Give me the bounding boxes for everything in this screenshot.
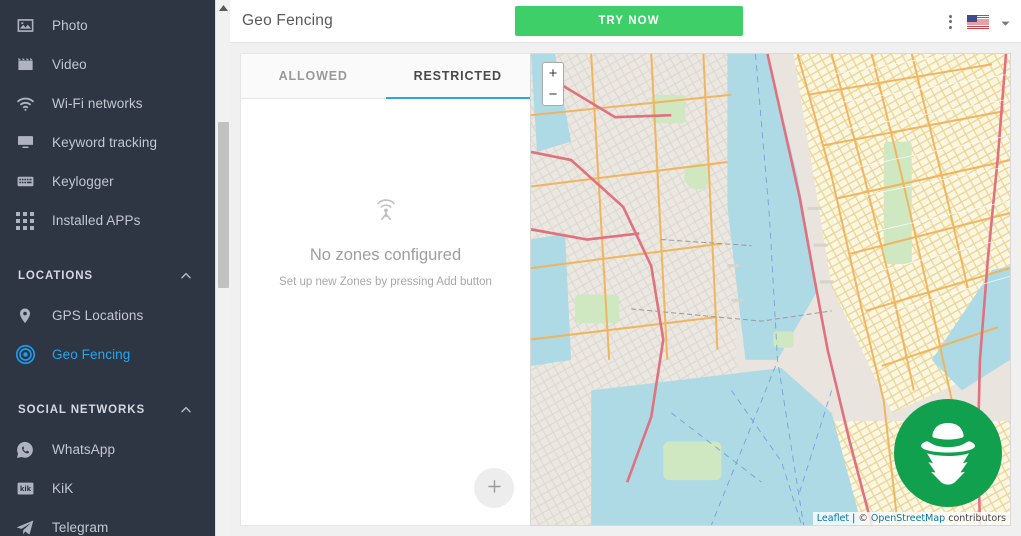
telegram-icon bbox=[12, 515, 38, 536]
attribution-suffix: contributors bbox=[945, 513, 1006, 524]
us-flag-icon[interactable] bbox=[967, 14, 989, 29]
keyboard-icon bbox=[12, 169, 38, 195]
top-bar-actions bbox=[945, 0, 1011, 43]
leaflet-link[interactable]: Leaflet bbox=[817, 513, 849, 524]
wifi-icon bbox=[12, 91, 38, 117]
chevron-down-icon[interactable] bbox=[1000, 16, 1011, 27]
sidebar-item-label: WhatsApp bbox=[52, 442, 116, 457]
sidebar-item-label: Wi-Fi networks bbox=[52, 96, 143, 111]
page-title: Geo Fencing bbox=[242, 12, 333, 29]
sidebar-item-label: Video bbox=[52, 57, 87, 72]
sidebar-group-title: LOCATIONS bbox=[18, 270, 93, 282]
content-area: ALLOWED RESTRICTED No zones configured S… bbox=[230, 43, 1021, 536]
kik-icon: kik bbox=[12, 476, 38, 502]
sidebar-item-label: Telegram bbox=[52, 520, 109, 535]
main-area: Geo Fencing TRY NOW ALLOWED RESTRICTED N… bbox=[230, 0, 1021, 536]
attribution-separator: | © bbox=[849, 513, 871, 524]
sidebar-group-social-networks[interactable]: SOCIAL NETWORKS bbox=[0, 390, 215, 430]
zoom-out-button[interactable]: − bbox=[543, 84, 563, 105]
sidebar-item-label: KiK bbox=[52, 481, 74, 496]
scrollbar-thumb[interactable] bbox=[218, 122, 229, 288]
photo-icon bbox=[12, 13, 38, 39]
page-scrollbar[interactable] bbox=[215, 0, 230, 536]
spy-detective-logo bbox=[894, 399, 1002, 507]
sidebar-item-label: GPS Locations bbox=[52, 308, 144, 323]
app-root: Photo Video Wi-Fi networks Keyword track… bbox=[0, 0, 1021, 536]
empty-state-title: No zones configured bbox=[309, 246, 462, 264]
svg-text:kik: kik bbox=[19, 485, 31, 493]
osm-link[interactable]: OpenStreetMap bbox=[871, 513, 945, 524]
sidebar-group-title: SOCIAL NETWORKS bbox=[18, 404, 146, 416]
video-icon bbox=[12, 52, 38, 78]
sidebar-item-label: Geo Fencing bbox=[52, 347, 131, 362]
sidebar-item-telegram[interactable]: Telegram bbox=[0, 508, 215, 536]
zone-tabs: ALLOWED RESTRICTED bbox=[241, 54, 530, 99]
sidebar-item-whatsapp[interactable]: WhatsApp bbox=[0, 430, 215, 469]
sidebar-item-label: Installed APPs bbox=[52, 213, 141, 228]
zoom-in-button[interactable]: + bbox=[543, 63, 563, 84]
sidebar-item-gps-locations[interactable]: GPS Locations bbox=[0, 296, 215, 335]
plus-icon bbox=[486, 478, 503, 498]
empty-state: No zones configured Set up new Zones by … bbox=[241, 99, 530, 525]
empty-state-subtitle: Set up new Zones by pressing Add button bbox=[279, 276, 492, 288]
tab-restricted[interactable]: RESTRICTED bbox=[385, 54, 531, 99]
zones-panel: ALLOWED RESTRICTED No zones configured S… bbox=[240, 53, 530, 526]
keyword-tracking-icon bbox=[12, 130, 38, 156]
apps-grid-icon bbox=[12, 208, 38, 234]
sidebar-item-keylogger[interactable]: Keylogger bbox=[0, 162, 215, 201]
whatsapp-icon bbox=[12, 437, 38, 463]
sidebar-item-photo[interactable]: Photo bbox=[0, 6, 215, 45]
add-zone-button[interactable] bbox=[474, 468, 514, 508]
sidebar-item-keyword-tracking[interactable]: Keyword tracking bbox=[0, 123, 215, 162]
sidebar-item-wifi-networks[interactable]: Wi-Fi networks bbox=[0, 84, 215, 123]
tab-allowed[interactable]: ALLOWED bbox=[241, 54, 386, 98]
map-view[interactable]: North Bergen Secaucus Guttenberg Manhatt… bbox=[530, 53, 1011, 526]
sidebar-group-locations[interactable]: LOCATIONS bbox=[0, 256, 215, 296]
kebab-menu-icon[interactable] bbox=[945, 11, 956, 33]
sidebar-item-installed-apps[interactable]: Installed APPs bbox=[0, 201, 215, 240]
broadcast-antenna-icon bbox=[369, 191, 403, 230]
map-pin-icon bbox=[12, 303, 38, 329]
scrollbar-up-arrow-icon[interactable] bbox=[216, 0, 231, 16]
sidebar-item-geo-fencing[interactable]: Geo Fencing bbox=[0, 335, 215, 374]
chevron-up-icon bbox=[179, 403, 193, 417]
map-attribution: Leaflet | © OpenStreetMap contributors bbox=[812, 512, 1010, 525]
chevron-up-icon bbox=[179, 269, 193, 283]
sidebar-item-label: Keylogger bbox=[52, 174, 114, 189]
sidebar: Photo Video Wi-Fi networks Keyword track… bbox=[0, 0, 215, 536]
top-bar: Geo Fencing TRY NOW bbox=[230, 0, 1021, 43]
try-now-button[interactable]: TRY NOW bbox=[515, 6, 743, 36]
sidebar-item-label: Keyword tracking bbox=[52, 135, 158, 150]
sidebar-item-label: Photo bbox=[52, 18, 88, 33]
map-zoom-controls: + − bbox=[542, 62, 564, 106]
sidebar-item-kik[interactable]: kik KiK bbox=[0, 469, 215, 508]
target-icon bbox=[12, 342, 38, 368]
sidebar-item-video[interactable]: Video bbox=[0, 45, 215, 84]
